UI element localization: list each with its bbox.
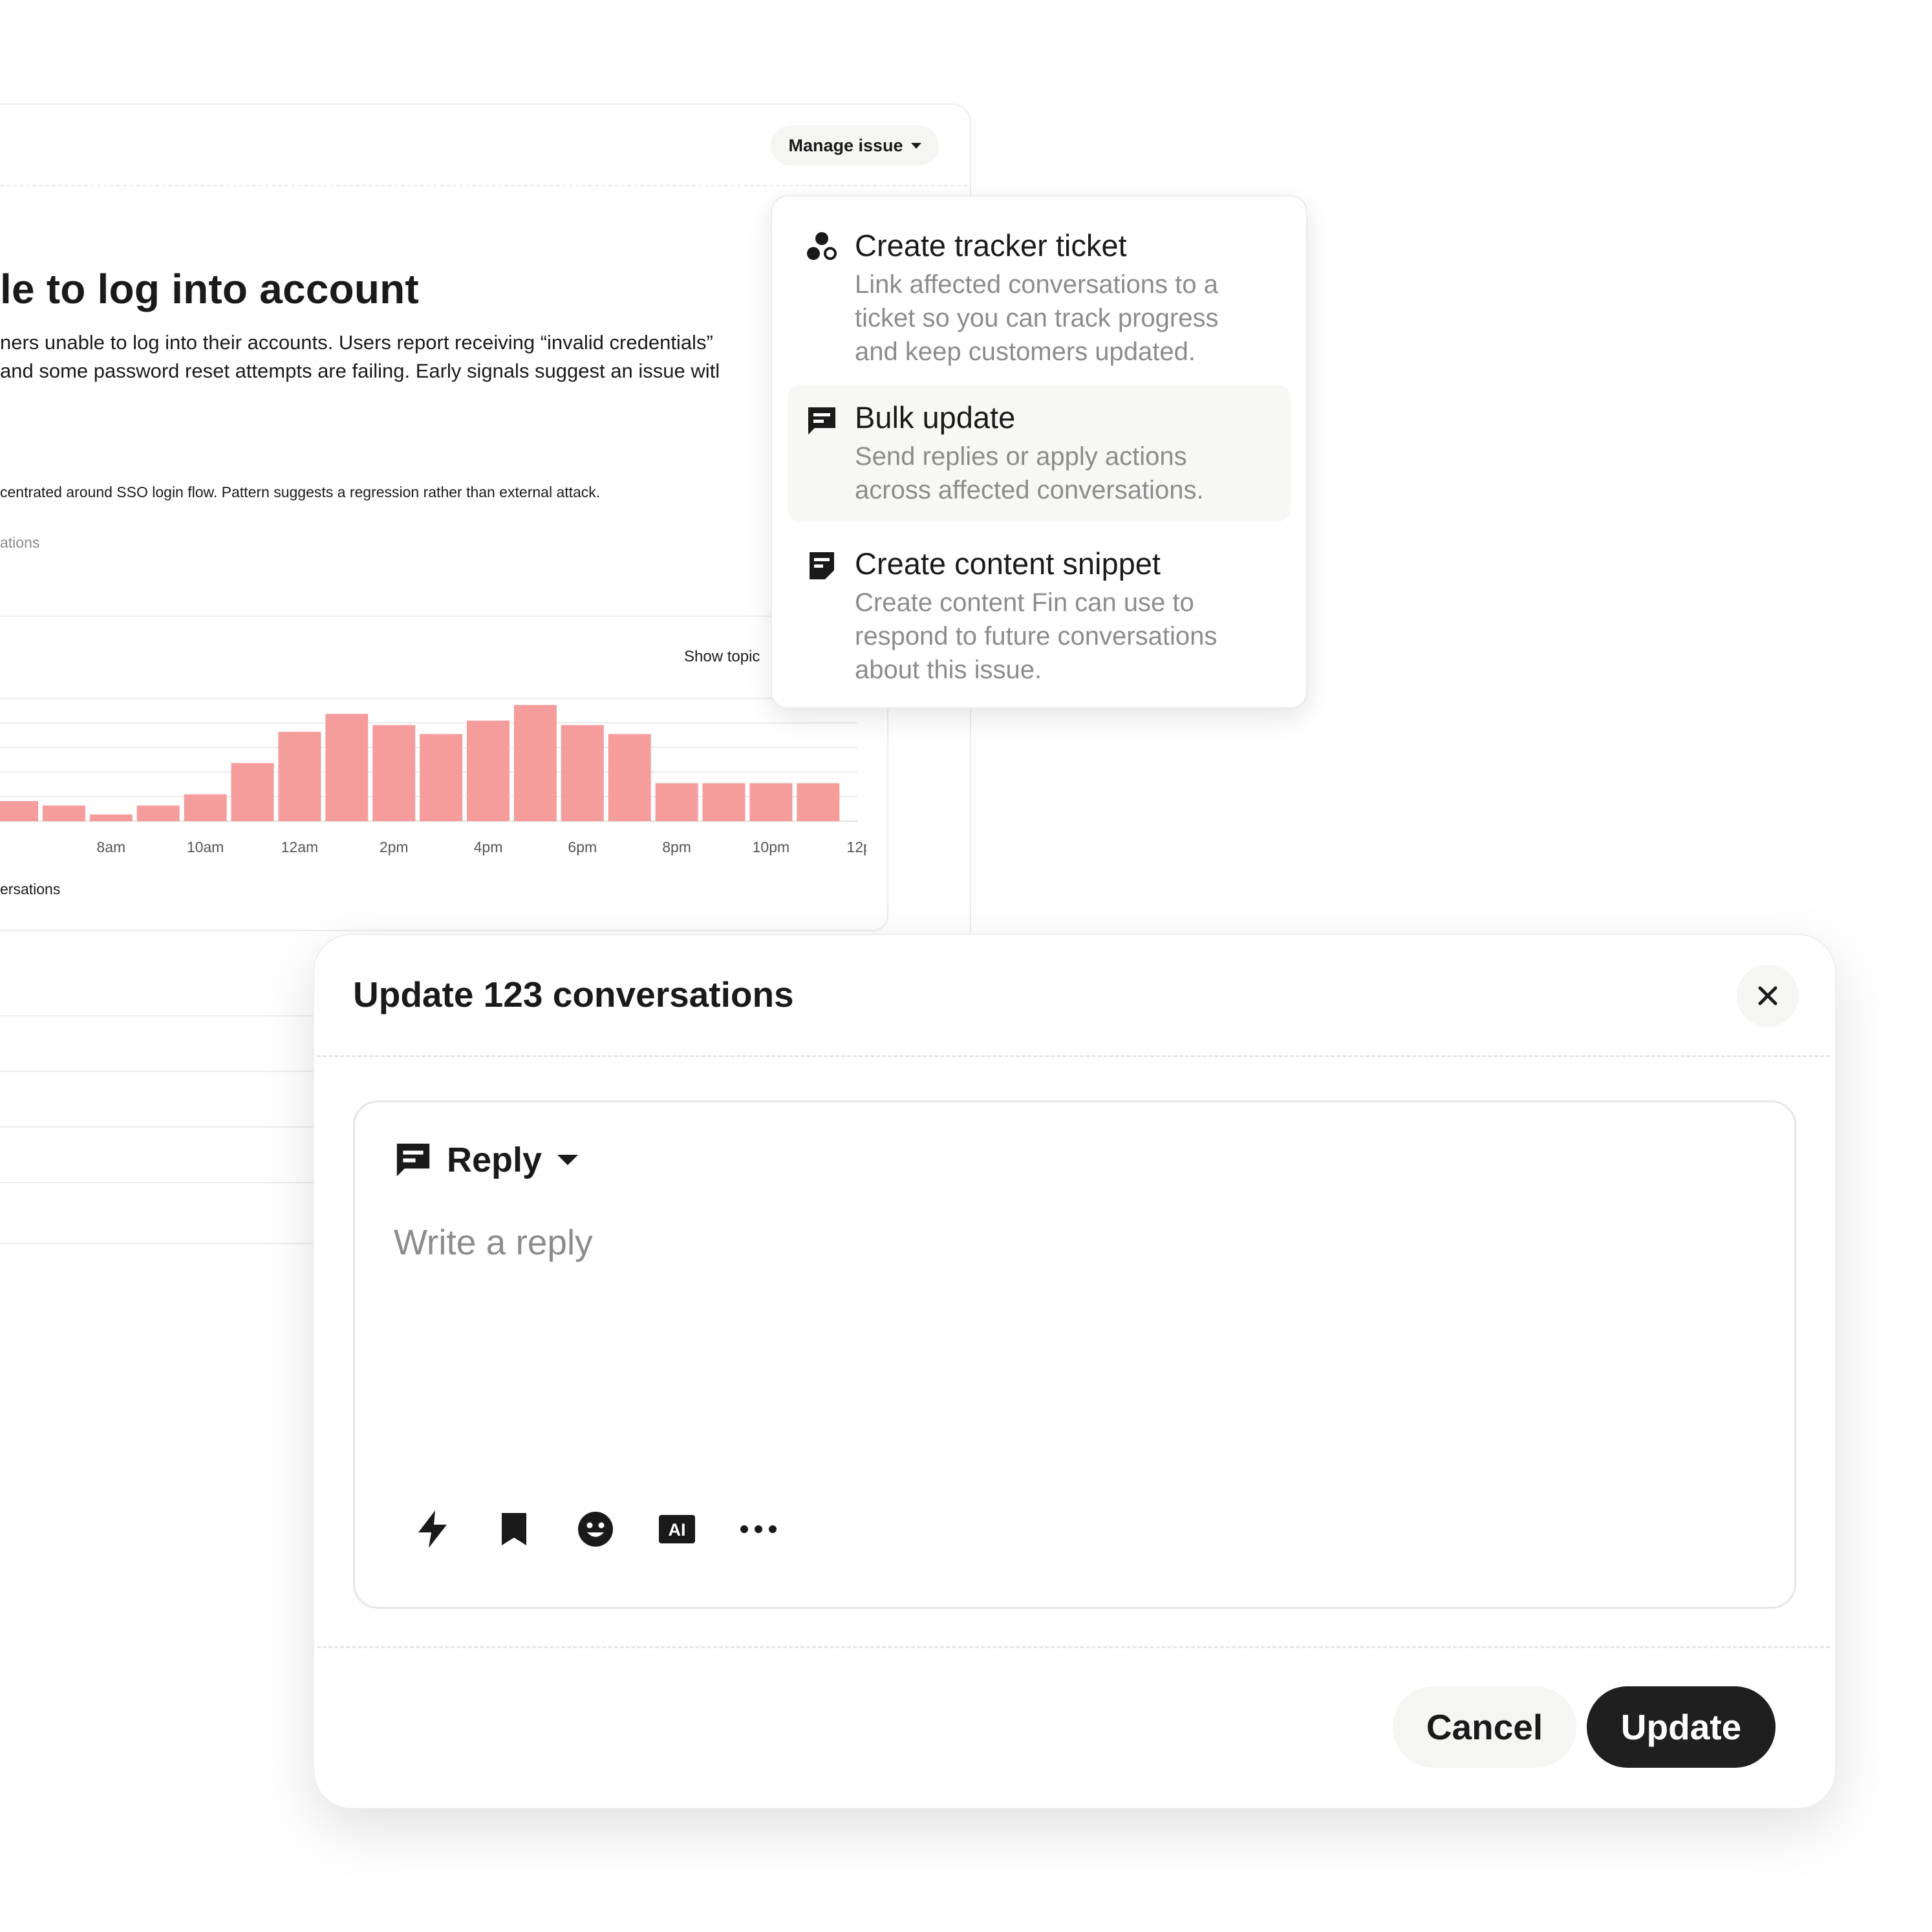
menu-item-description: Link affected conversations to a ticket … bbox=[855, 270, 1219, 366]
modal-footer-divider bbox=[317, 1646, 1830, 1648]
conversations-bar-chart: 8am 10am 12am 2pm 4pm 6pm 8pm 10pm 12pm bbox=[0, 698, 866, 855]
chart-bar bbox=[372, 725, 416, 821]
chart-x-tick-label: 8am bbox=[96, 839, 125, 855]
manage-issue-label: Manage issue bbox=[788, 135, 903, 155]
menu-item-bulk-update[interactable]: Bulk update Send replies or apply action… bbox=[788, 385, 1291, 521]
chart-bar bbox=[42, 805, 85, 821]
lightning-icon bbox=[418, 1510, 447, 1548]
chat-bubble-icon bbox=[808, 407, 835, 435]
more-button[interactable] bbox=[739, 1510, 778, 1549]
issue-meta: ations bbox=[0, 534, 40, 551]
chart-bar bbox=[184, 794, 227, 821]
close-button[interactable] bbox=[1737, 965, 1799, 1027]
chart-bar bbox=[655, 783, 698, 821]
reply-type-label: Reply bbox=[447, 1141, 542, 1179]
chart-bar bbox=[797, 783, 840, 821]
chart-bar bbox=[89, 814, 133, 821]
chart-bar bbox=[702, 783, 746, 821]
more-icon bbox=[740, 1525, 777, 1533]
chart-bar bbox=[420, 734, 463, 821]
bookmark-button[interactable] bbox=[495, 1510, 533, 1549]
issue-title: le to log into account bbox=[0, 266, 419, 312]
cancel-button[interactable]: Cancel bbox=[1393, 1686, 1576, 1768]
reply-composer: Reply Write a reply AI bbox=[353, 1100, 1796, 1609]
modal-title: Update 123 conversations bbox=[353, 974, 794, 1014]
list-divider bbox=[0, 1071, 323, 1072]
chart-bar bbox=[749, 783, 793, 821]
chart-bar bbox=[561, 725, 604, 821]
reply-input[interactable] bbox=[394, 1221, 1752, 1480]
chart-x-tick-label: 4pm bbox=[474, 839, 503, 855]
chart-bar bbox=[136, 805, 180, 821]
chart-legend-label: ersations bbox=[0, 881, 61, 897]
menu-item-description: Send replies or apply actions across aff… bbox=[855, 442, 1204, 504]
menu-item-title: Bulk update bbox=[855, 400, 1016, 435]
chat-bubble-icon bbox=[396, 1143, 430, 1177]
chart-bar bbox=[467, 720, 510, 821]
modal-header-divider bbox=[317, 1055, 1830, 1057]
ai-icon: AI bbox=[659, 1515, 695, 1543]
chart-x-tick-label: 12pm bbox=[846, 839, 866, 855]
chart-bar bbox=[325, 714, 369, 821]
snippet-icon bbox=[810, 552, 834, 579]
menu-item-title: Create content snippet bbox=[855, 546, 1161, 581]
caret-down-icon bbox=[910, 142, 921, 149]
update-button[interactable]: Update bbox=[1587, 1686, 1776, 1768]
manage-issue-menu: Create tracker ticket Link affected conv… bbox=[771, 195, 1307, 709]
bookmark-icon bbox=[502, 1513, 526, 1545]
ai-badge-text: AI bbox=[669, 1520, 686, 1540]
emoji-icon bbox=[578, 1512, 613, 1547]
chart-x-tick-label: 6pm bbox=[568, 839, 597, 855]
chart-x-tick-label: 10am bbox=[187, 839, 224, 855]
chart-bar bbox=[0, 800, 38, 821]
menu-item-description: Create content Fin can use to respond to… bbox=[855, 588, 1218, 684]
panel-header-divider bbox=[0, 185, 967, 186]
chart-bar bbox=[513, 705, 557, 821]
manage-issue-button[interactable]: Manage issue bbox=[771, 125, 939, 166]
list-divider bbox=[0, 1126, 323, 1128]
list-divider bbox=[0, 1182, 323, 1183]
menu-item-create-content-snippet[interactable]: Create content snippet Create content Fi… bbox=[788, 533, 1291, 694]
reply-type-selector[interactable]: Reply bbox=[394, 1140, 579, 1180]
issue-summary: centrated around SSO login flow. Pattern… bbox=[0, 484, 601, 500]
issue-description-line: and some password reset attempts are fai… bbox=[0, 360, 720, 382]
chart-x-tick-label: 8pm bbox=[662, 839, 691, 855]
chart-bar bbox=[608, 734, 651, 821]
chart-bar bbox=[231, 763, 274, 821]
tracker-icon bbox=[807, 232, 837, 260]
bulk-update-modal: Update 123 conversations Reply Write a r… bbox=[313, 934, 1836, 1809]
menu-item-title: Create tracker ticket bbox=[855, 228, 1127, 263]
caret-down-icon bbox=[557, 1155, 579, 1165]
show-topic-toggle[interactable]: Show topic bbox=[684, 648, 760, 666]
chart-x-tick-label: 10pm bbox=[753, 839, 790, 855]
composer-toolbar: AI bbox=[413, 1510, 778, 1549]
list-divider bbox=[0, 1015, 323, 1016]
chart-x-tick-label: 2pm bbox=[380, 839, 409, 855]
emoji-button[interactable] bbox=[576, 1510, 615, 1549]
issue-description-line: ners unable to log into their accounts. … bbox=[0, 331, 713, 354]
menu-item-create-tracker-ticket[interactable]: Create tracker ticket Link affected conv… bbox=[788, 212, 1291, 374]
close-icon bbox=[1758, 986, 1777, 1005]
ai-button[interactable]: AI bbox=[658, 1510, 696, 1549]
chart-bar bbox=[278, 731, 321, 821]
chart-x-tick-label: 12am bbox=[281, 839, 319, 855]
lightning-button[interactable] bbox=[413, 1510, 452, 1549]
